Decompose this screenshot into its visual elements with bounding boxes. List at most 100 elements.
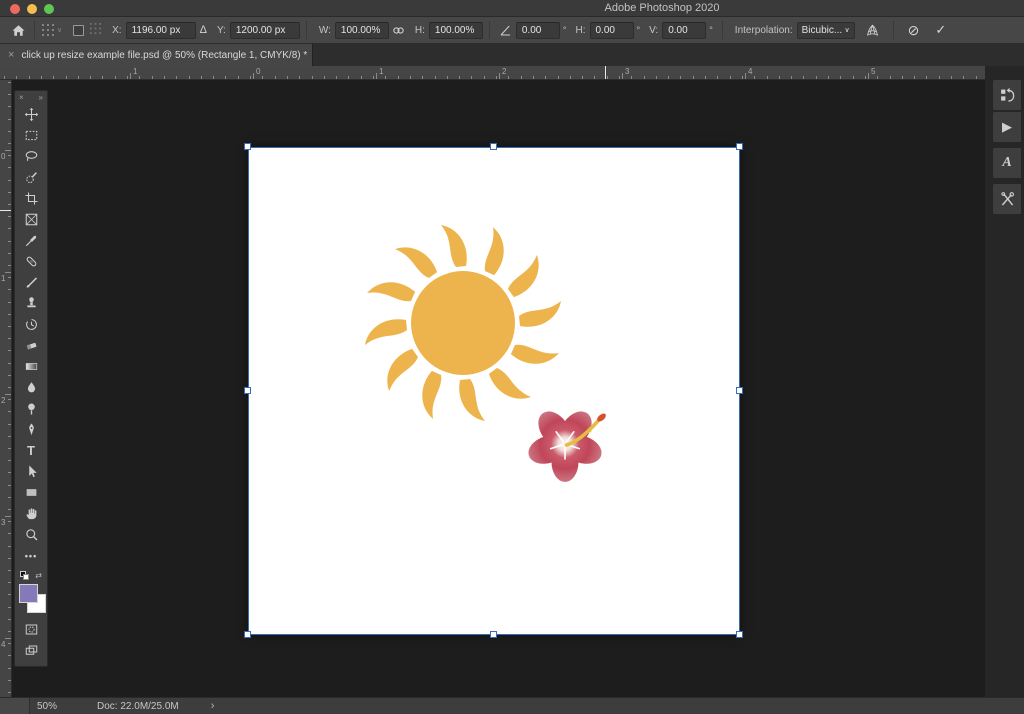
cursor-position-marker	[605, 66, 606, 79]
window-title: Adobe Photoshop 2020	[604, 2, 720, 14]
divider	[34, 21, 35, 39]
color-swatches	[15, 583, 47, 617]
tool-pen[interactable]	[15, 419, 47, 440]
interpolation-dropdown[interactable]: Bicubic... ∨	[796, 21, 855, 39]
cancel-transform-button[interactable]: ⊘	[908, 23, 920, 37]
tools-panel: × » T ••• ⇄	[14, 90, 48, 667]
tool-lasso[interactable]	[15, 146, 47, 167]
cursor-position-marker	[0, 210, 11, 211]
ruler-label: 4	[1, 640, 6, 649]
tool-spot-healing[interactable]	[15, 251, 47, 272]
divider	[721, 21, 723, 39]
h-skew-label: H:	[575, 24, 586, 36]
panel-button-history[interactable]	[993, 80, 1021, 110]
transform-handle[interactable]	[490, 631, 497, 638]
transform-handle[interactable]	[736, 387, 743, 394]
tool-gradient[interactable]	[15, 356, 47, 377]
divider	[892, 21, 894, 39]
close-panel-icon[interactable]: ×	[19, 93, 24, 102]
divider	[305, 21, 307, 39]
tool-frame[interactable]	[15, 209, 47, 230]
divider	[488, 21, 490, 39]
transform-handle[interactable]	[244, 631, 251, 638]
transform-handle[interactable]	[490, 143, 497, 150]
document-tab-title: click up resize example file.psd @ 50% (…	[21, 49, 308, 61]
ruler-label: 1	[133, 67, 138, 76]
reference-point-icon: ∨	[41, 23, 62, 37]
tool-hand[interactable]	[15, 503, 47, 524]
height-label: H:	[414, 24, 425, 36]
link-dimensions-icon[interactable]	[389, 23, 409, 38]
options-bar: ∨ X: 1196.00 px Δ Y: 1200.00 px W: 100.0…	[0, 17, 1024, 44]
tool-dodge[interactable]	[15, 398, 47, 419]
tool-quick-selection[interactable]	[15, 167, 47, 188]
tool-edit-toolbar[interactable]: •••	[15, 545, 47, 566]
tool-rectangular-marquee[interactable]	[15, 125, 47, 146]
toggle-reference-point-checkbox[interactable]	[73, 24, 85, 36]
default-colors-icon[interactable]	[20, 570, 29, 580]
y-label: Y:	[216, 24, 226, 36]
v-skew-field[interactable]: 0.00	[662, 21, 707, 39]
tool-brush[interactable]	[15, 272, 47, 293]
width-field[interactable]: 100.00%	[334, 21, 389, 39]
h-skew-field[interactable]: 0.00	[589, 21, 634, 39]
transform-handle[interactable]	[244, 143, 251, 150]
tab-bar: × click up resize example file.psd @ 50%…	[0, 44, 1024, 66]
status-bar: 50% Doc: 22.0M/25.0M ›	[0, 697, 1024, 714]
relative-positioning-button[interactable]: Δ	[200, 24, 207, 36]
tool-zoom[interactable]	[15, 524, 47, 545]
transform-bounding-box	[248, 147, 740, 635]
tool-path-selection[interactable]	[15, 461, 47, 482]
tool-rectangle[interactable]	[15, 482, 47, 503]
interpolation-label: Interpolation:	[734, 24, 793, 36]
tool-eraser[interactable]	[15, 335, 47, 356]
ruler-label: 2	[502, 67, 507, 76]
tool-quick-mask[interactable]	[15, 619, 47, 640]
document-tab[interactable]: × click up resize example file.psd @ 50%…	[0, 44, 313, 66]
x-label: X:	[112, 24, 122, 36]
panel-button-tool-presets[interactable]	[993, 184, 1021, 214]
collapse-panel-icon[interactable]: »	[39, 93, 43, 102]
vertical-ruler[interactable]: 0 1 2 3 4	[0, 80, 12, 697]
document-canvas[interactable]	[244, 143, 743, 638]
transform-handle[interactable]	[244, 387, 251, 394]
document-size-info: Doc: 22.0M/25.0M	[97, 700, 179, 712]
tool-type[interactable]: T	[15, 440, 47, 461]
zoom-level[interactable]: 50%	[37, 701, 57, 712]
panel-button-actions[interactable]: ▶	[993, 112, 1021, 142]
tool-blur[interactable]	[15, 377, 47, 398]
tool-move[interactable]	[15, 104, 47, 125]
ruler-label: 0	[256, 67, 261, 76]
commit-transform-button[interactable]: ✓	[935, 23, 946, 37]
swap-colors-icon[interactable]: ⇄	[35, 571, 42, 580]
ruler-label: 4	[748, 67, 753, 76]
home-icon[interactable]	[8, 23, 28, 38]
degree-suffix: °	[636, 25, 641, 35]
tool-clone-stamp[interactable]	[15, 293, 47, 314]
rotate-angle-icon	[496, 23, 516, 38]
panel-button-character[interactable]: A	[993, 148, 1021, 178]
x-position-field[interactable]: 1196.00 px	[125, 21, 196, 39]
transform-handle[interactable]	[736, 631, 743, 638]
chevron-down-icon: ∨	[844, 26, 850, 34]
ruler-label: 1	[1, 274, 6, 283]
ruler-label: 0	[1, 152, 6, 161]
ruler-label: 3	[625, 67, 630, 76]
tool-history-brush[interactable]	[15, 314, 47, 335]
y-position-field[interactable]: 1200.00 px	[229, 21, 300, 39]
right-panel-dock: ▶ A	[985, 66, 1024, 697]
width-label: W:	[318, 24, 331, 36]
warp-mode-icon[interactable]	[863, 23, 883, 38]
horizontal-ruler[interactable]: 1 0 1 2 3 4 5	[0, 66, 985, 80]
tool-screen-mode[interactable]	[15, 640, 47, 661]
tool-eyedropper[interactable]	[15, 230, 47, 251]
height-field[interactable]: 100.00%	[428, 21, 483, 39]
canvas-area[interactable]	[12, 80, 985, 697]
status-chevron-icon[interactable]: ›	[211, 700, 215, 712]
foreground-color-swatch[interactable]	[19, 584, 38, 603]
close-tab-icon[interactable]: ×	[8, 49, 14, 61]
tools-panel-header: × »	[15, 91, 47, 104]
transform-handle[interactable]	[736, 143, 743, 150]
tool-crop[interactable]	[15, 188, 47, 209]
rotation-field[interactable]: 0.00	[515, 21, 560, 39]
